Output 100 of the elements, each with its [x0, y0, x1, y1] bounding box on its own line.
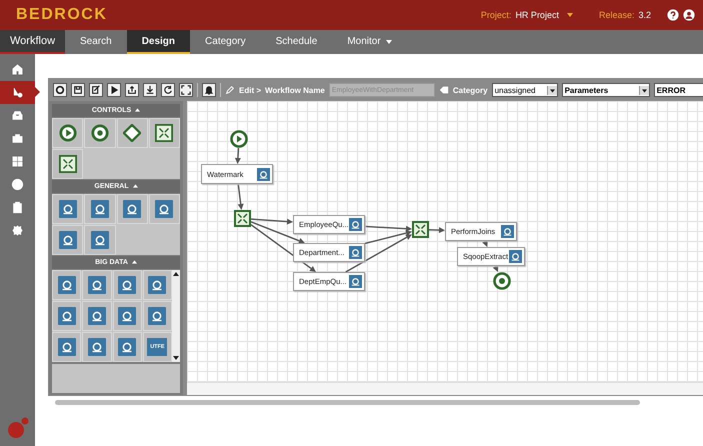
scroll-down-icon[interactable]	[173, 356, 179, 360]
user-icon[interactable]	[683, 9, 695, 21]
decision-node-icon	[123, 124, 142, 142]
palette-tile[interactable]	[82, 332, 112, 362]
project-dropdown[interactable]: HR Project	[515, 10, 559, 20]
briefcase-icon	[11, 132, 24, 145]
connector-arrow	[482, 240, 488, 247]
caret-icon[interactable]	[386, 40, 392, 44]
collapse-caret-icon	[135, 108, 140, 112]
fullscreen-button[interactable]	[179, 83, 193, 97]
nav-tab[interactable]: Search	[65, 30, 127, 54]
release-label: Release:	[598, 10, 634, 20]
edit-label: Edit >	[239, 86, 262, 94]
palette-tile[interactable]	[84, 225, 116, 255]
nav-tab[interactable]: Category	[190, 30, 261, 54]
download-button[interactable]	[143, 83, 157, 97]
palette-tile[interactable]	[148, 118, 180, 148]
project-label: Project:	[480, 10, 512, 20]
tag-icon	[438, 85, 449, 95]
caret-icon[interactable]	[566, 13, 573, 17]
action-icon	[257, 168, 270, 180]
action-icon	[349, 246, 362, 259]
nav-tab[interactable]: Design	[126, 30, 190, 54]
edit-icon	[91, 85, 101, 95]
play-button[interactable]	[107, 83, 121, 97]
gear-icon	[11, 224, 24, 237]
release-value: 3.2	[638, 10, 651, 20]
start-node-icon	[58, 124, 77, 142]
edit-button[interactable]	[89, 83, 103, 97]
bell-button[interactable]	[202, 83, 216, 97]
palette-tile[interactable]	[52, 301, 82, 331]
scroll-up-icon[interactable]	[173, 272, 179, 276]
canvas-scrollbar[interactable]	[187, 382, 703, 395]
end-node[interactable]	[493, 272, 511, 290]
palette-tile[interactable]	[52, 332, 82, 362]
export-button[interactable]	[125, 83, 139, 97]
home-icon	[11, 63, 24, 76]
download-icon	[145, 85, 155, 95]
refresh-button[interactable]	[161, 83, 175, 97]
app-logo: BEDROCK	[16, 6, 108, 24]
connector-arrow	[428, 227, 445, 234]
palette-tile[interactable]	[84, 194, 116, 224]
workflow-name-label: Workflow Name	[265, 86, 325, 94]
palette-tile[interactable]	[112, 301, 142, 331]
join-node-icon	[58, 155, 77, 173]
action-icon	[509, 250, 522, 263]
palette-tile[interactable]	[82, 270, 112, 300]
inbox-icon	[11, 109, 24, 122]
fullscreen-icon	[181, 85, 191, 95]
save-button[interactable]	[71, 83, 85, 97]
pencil-icon	[225, 85, 235, 95]
action-icon	[349, 218, 362, 231]
log-level-select[interactable]: ERROR	[654, 83, 703, 97]
parameters-select[interactable]: Parameters	[562, 83, 650, 97]
bell-icon	[204, 85, 214, 95]
category-label: Category	[452, 86, 488, 94]
start-node[interactable]	[230, 130, 248, 148]
nav-tab[interactable]: Monitor	[332, 30, 396, 54]
collapse-caret-icon	[132, 184, 138, 188]
palette-tile[interactable]	[52, 118, 84, 148]
play-icon	[109, 85, 119, 95]
palette-tile[interactable]	[112, 270, 142, 300]
palette-tile[interactable]	[52, 225, 84, 255]
grid-icon	[11, 155, 24, 168]
export-icon	[127, 85, 137, 95]
palette-tile[interactable]	[148, 194, 180, 224]
connector-arrow	[234, 148, 241, 164]
section-title: Workflow	[0, 30, 65, 54]
help-icon[interactable]	[667, 9, 679, 21]
palette-tile[interactable]	[142, 301, 172, 331]
palette-tile[interactable]	[52, 270, 82, 300]
logo-icon	[6, 416, 30, 440]
palette-tile[interactable]	[52, 194, 84, 224]
join-node[interactable]	[412, 221, 429, 238]
action-icon	[349, 275, 362, 288]
palette-scrollbar[interactable]	[172, 270, 180, 362]
refresh-icon	[163, 85, 173, 95]
palette-tile[interactable]	[142, 270, 172, 300]
palette-tile[interactable]	[84, 118, 116, 148]
fork-node[interactable]	[234, 210, 251, 227]
palette-tile[interactable]	[112, 332, 142, 362]
fork-node-icon	[155, 124, 174, 142]
caret-icon	[550, 88, 555, 92]
circle-icon	[55, 85, 65, 95]
action-icon	[501, 225, 514, 238]
workflow-icon	[11, 86, 24, 99]
circle-button[interactable]	[53, 83, 67, 97]
category-select[interactable]: unassigned	[492, 83, 558, 97]
connector-arrow	[238, 184, 244, 210]
end-node-icon	[90, 124, 109, 142]
palette-tile[interactable]	[116, 194, 148, 224]
clipboard-icon	[11, 201, 24, 214]
page-scrollbar[interactable]	[55, 400, 640, 405]
nav-tab[interactable]: Schedule	[260, 30, 332, 54]
palette-tile[interactable]	[116, 118, 148, 148]
connector-arrow	[492, 265, 498, 272]
save-icon	[73, 85, 83, 95]
caret-icon	[642, 88, 647, 92]
palette-tile[interactable]	[52, 149, 84, 179]
palette-tile[interactable]	[82, 301, 112, 331]
